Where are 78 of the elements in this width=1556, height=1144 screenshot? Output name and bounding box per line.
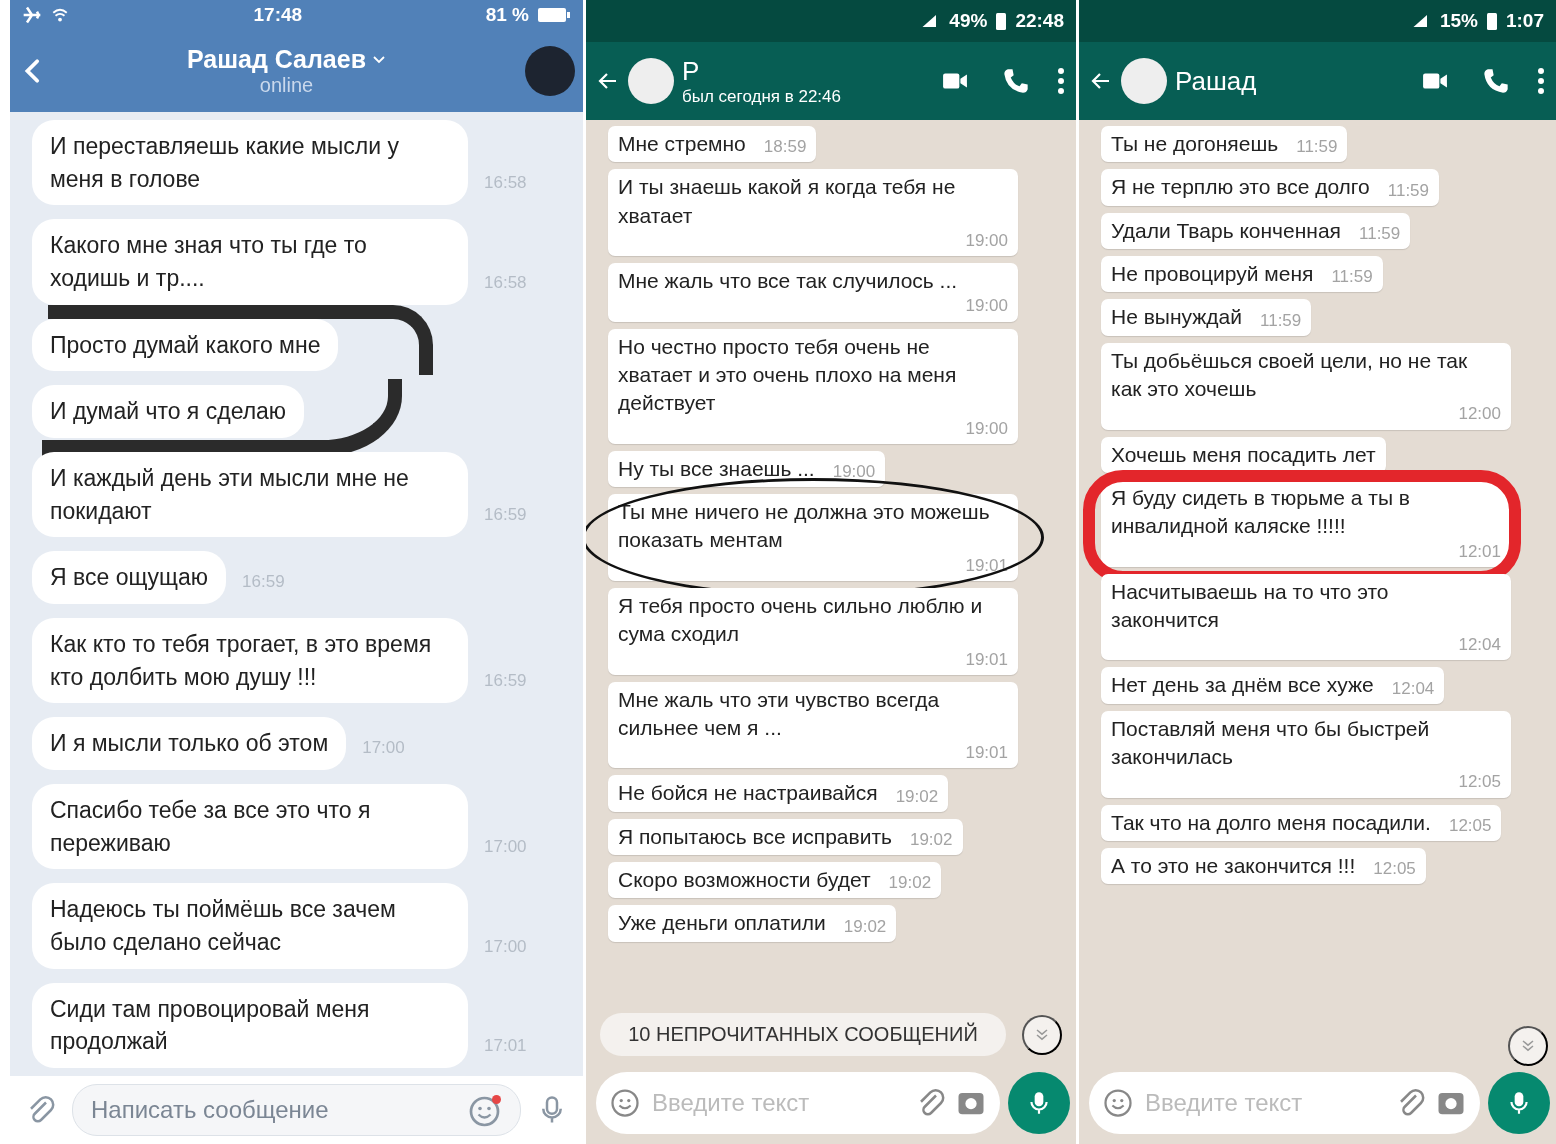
message-time: 19:02 <box>909 828 953 851</box>
message-time: 19:01 <box>965 742 1008 765</box>
message-bubble: И переставляешь какие мысли у меня в голове <box>32 120 468 206</box>
message-bubble: Какого мне зная что ты где то ходишь и тр.... <box>32 219 468 305</box>
message-text: Насчитываешь на то что это закончится <box>1111 578 1390 633</box>
last-seen-status: был сегодня в 22:46 <box>682 86 842 107</box>
message-time: 12:05 <box>1373 858 1416 881</box>
text-input[interactable]: Введите текст <box>1143 1088 1386 1118</box>
message-time: 19:00 <box>965 230 1008 253</box>
message-time: 19:01 <box>965 554 1008 577</box>
clock-time: 1:07 <box>1505 10 1544 32</box>
message-time: 18:59 <box>763 136 807 159</box>
clock-time: 17:48 <box>252 4 304 26</box>
message-text: А то это не закончится !!! <box>1111 852 1356 879</box>
message-text: Мне жаль что эти чувство всегда сильнее чем я ... <box>618 686 941 741</box>
message-text: Не бойся не настраивайся <box>618 780 878 807</box>
message-time: 19:00 <box>832 460 876 483</box>
message-text: Мне стремно <box>618 131 746 157</box>
message-time: 11:59 <box>1296 136 1338 159</box>
message-text: И ты знаешь какой я когда тебя не хватает <box>618 174 957 229</box>
contact-name[interactable]: Рашад <box>1175 65 1410 97</box>
message-time: 11:59 <box>1359 222 1401 245</box>
message-bubble: Сиди там провоцировай меня продолжай <box>32 982 468 1068</box>
message-time: 12:04 <box>1391 677 1435 700</box>
message-bubble: Просто думай какого мне <box>32 318 339 372</box>
message-field[interactable]: Написать сообщение <box>72 1084 521 1136</box>
message-bubble: Я все ощущаю <box>32 551 227 604</box>
message-time: 11:59 <box>1260 309 1302 332</box>
message-bubble: Как кто то тебя трогает, в это время кто долбить мою душу !!! <box>32 617 468 704</box>
message-bubble: Спасибо тебе за все это что я переживаю <box>32 783 468 870</box>
message-text: Ты добьёшься своей цели, но не так как это хочешь <box>1111 347 1469 403</box>
message-text: Но честно просто тебя очень не хватает и это очень плохо на меня действует <box>618 333 958 417</box>
message-time: 12:05 <box>1458 771 1501 794</box>
message-time: 19:02 <box>895 785 939 808</box>
message-time: 19:00 <box>965 295 1008 318</box>
message-text: Я буду сидеть в тюрьме а ты в инвалидной каляске !!!!! <box>1111 484 1411 540</box>
message-text: Уже деньги оплатили <box>618 910 826 937</box>
message-text: Ты мне ничего не должна это можешь показать ментам <box>618 499 991 554</box>
message-text: Ты не догоняешь <box>1111 131 1279 157</box>
message-text: Так что на долго меня посадили. <box>1111 809 1431 836</box>
message-time: 19:02 <box>843 915 887 938</box>
message-text: Скоро возможности будет <box>618 867 871 894</box>
message-bubble: И думай что я сделаю <box>32 385 305 438</box>
battery-percent: 49% <box>949 10 988 32</box>
message-time: 19:02 <box>888 872 932 895</box>
battery-percent: 15% <box>1439 10 1478 32</box>
message-text: Ну ты все знаешь ... <box>618 455 815 482</box>
message-time: 19:01 <box>965 648 1008 671</box>
message-text: Не вынуждай <box>1111 304 1242 331</box>
unread-messages-banner: 10 НЕПРОЧИТАННЫХ СООБЩЕНИЙ <box>600 1013 1006 1056</box>
message-text: Хочешь меня посадить лет <box>1111 441 1376 468</box>
message-bubble: Надеюсь ты поймёшь все зачем было сделано сейчас <box>32 883 468 969</box>
message-time: 11:59 <box>1387 179 1430 202</box>
message-text: Не провоцируй меня <box>1111 261 1314 288</box>
message-text: Нет день за днём все хуже <box>1111 672 1374 699</box>
message-time: 11:59 <box>1331 266 1373 289</box>
message-text: Удали Тварь конченная <box>1111 217 1341 244</box>
contact-name[interactable]: Рашад Салаев <box>186 45 367 74</box>
message-bubble: И каждый день эти мысли мне не покидают <box>32 451 468 538</box>
clock-time: 22:48 <box>1015 10 1064 32</box>
contact-name[interactable]: Р <box>682 55 930 87</box>
message-time: 12:01 <box>1458 540 1501 563</box>
message-text: Я тебя просто очень сильно люблю и сума сходил <box>618 592 984 648</box>
message-time: 12:05 <box>1448 814 1492 837</box>
message-time: 19:00 <box>965 417 1008 440</box>
message-text: Я не терплю это все долго <box>1111 174 1370 201</box>
message-time: 12:00 <box>1458 403 1501 426</box>
message-field[interactable]: Введите текст <box>1089 1072 1480 1134</box>
message-text: Я попытаюсь все исправить <box>618 823 892 850</box>
message-text: Поставляй меня что бы быстрей закончилась <box>1111 715 1431 771</box>
text-input[interactable]: Введите текст <box>650 1088 906 1118</box>
message-field[interactable]: Введите текст <box>596 1072 1000 1134</box>
text-input[interactable]: Написать сообщение <box>89 1095 460 1125</box>
message-bubble: И я мысли только об этом <box>32 717 347 770</box>
battery-percent: 81 % <box>485 4 529 26</box>
online-status: online <box>259 74 314 97</box>
message-time: 12:04 <box>1458 634 1501 657</box>
message-text: Мне жаль что все так случилось ... <box>618 268 958 295</box>
